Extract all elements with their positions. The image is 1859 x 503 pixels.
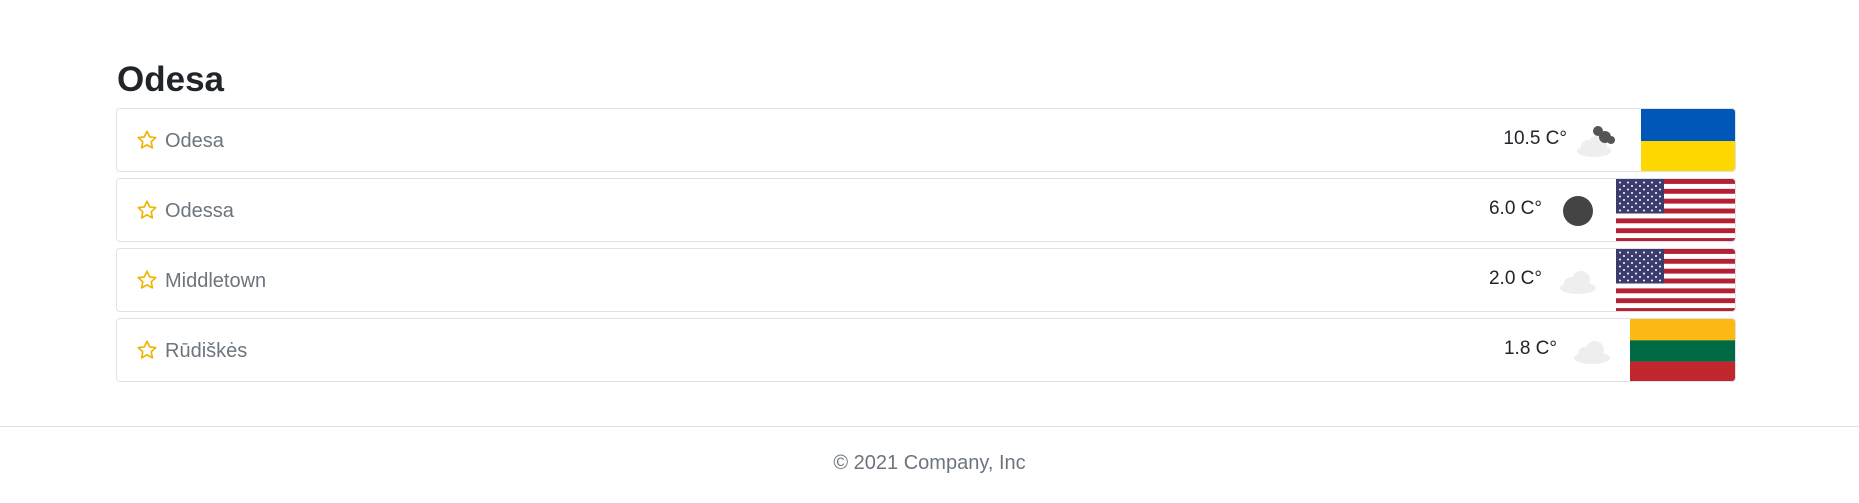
- city-row-odessa[interactable]: Odessa 6.0 C°: [116, 178, 1736, 242]
- temperature: 1.8 C°: [1503, 338, 1557, 359]
- footer-divider: [0, 426, 1859, 427]
- partly-cloudy-night-icon: [1577, 126, 1615, 157]
- city-name[interactable]: Odesa: [165, 128, 224, 154]
- footer-copyright: © 2021 Company, Inc: [833, 452, 1026, 474]
- flag-ukraine-icon: [1641, 109, 1735, 171]
- city-row-middletown[interactable]: Middletown 2.0 C°: [116, 248, 1736, 312]
- city-row-rudiskes[interactable]: Rūdiškės 1.8 C°: [116, 318, 1736, 382]
- flag-lithuania-icon: [1630, 319, 1735, 381]
- results-container: Odesa Odesa 10.5 C° Odessa 6.0 C° Middle…: [116, 58, 1736, 382]
- temperature: 2.0 C°: [1488, 268, 1542, 289]
- clear-night-icon: [1563, 196, 1593, 226]
- page-title: Odesa: [117, 60, 224, 99]
- city-list: Odesa 10.5 C° Odessa 6.0 C° Middletown 2…: [116, 108, 1736, 382]
- temperature: 10.5 C°: [1503, 128, 1567, 149]
- flag-usa-icon: [1616, 249, 1735, 311]
- city-name[interactable]: Middletown: [165, 268, 266, 294]
- cloud-icon: [1574, 341, 1610, 364]
- star-icon[interactable]: [136, 269, 158, 291]
- city-name[interactable]: Rūdiškės: [165, 338, 247, 364]
- star-icon[interactable]: [136, 339, 158, 361]
- cloud-icon: [1560, 271, 1596, 294]
- city-row-odesa[interactable]: Odesa 10.5 C°: [116, 108, 1736, 172]
- city-name[interactable]: Odessa: [165, 198, 234, 224]
- temperature: 6.0 C°: [1488, 198, 1542, 219]
- star-icon[interactable]: [136, 129, 158, 151]
- flag-usa-icon: [1616, 179, 1735, 241]
- star-icon[interactable]: [136, 199, 158, 221]
